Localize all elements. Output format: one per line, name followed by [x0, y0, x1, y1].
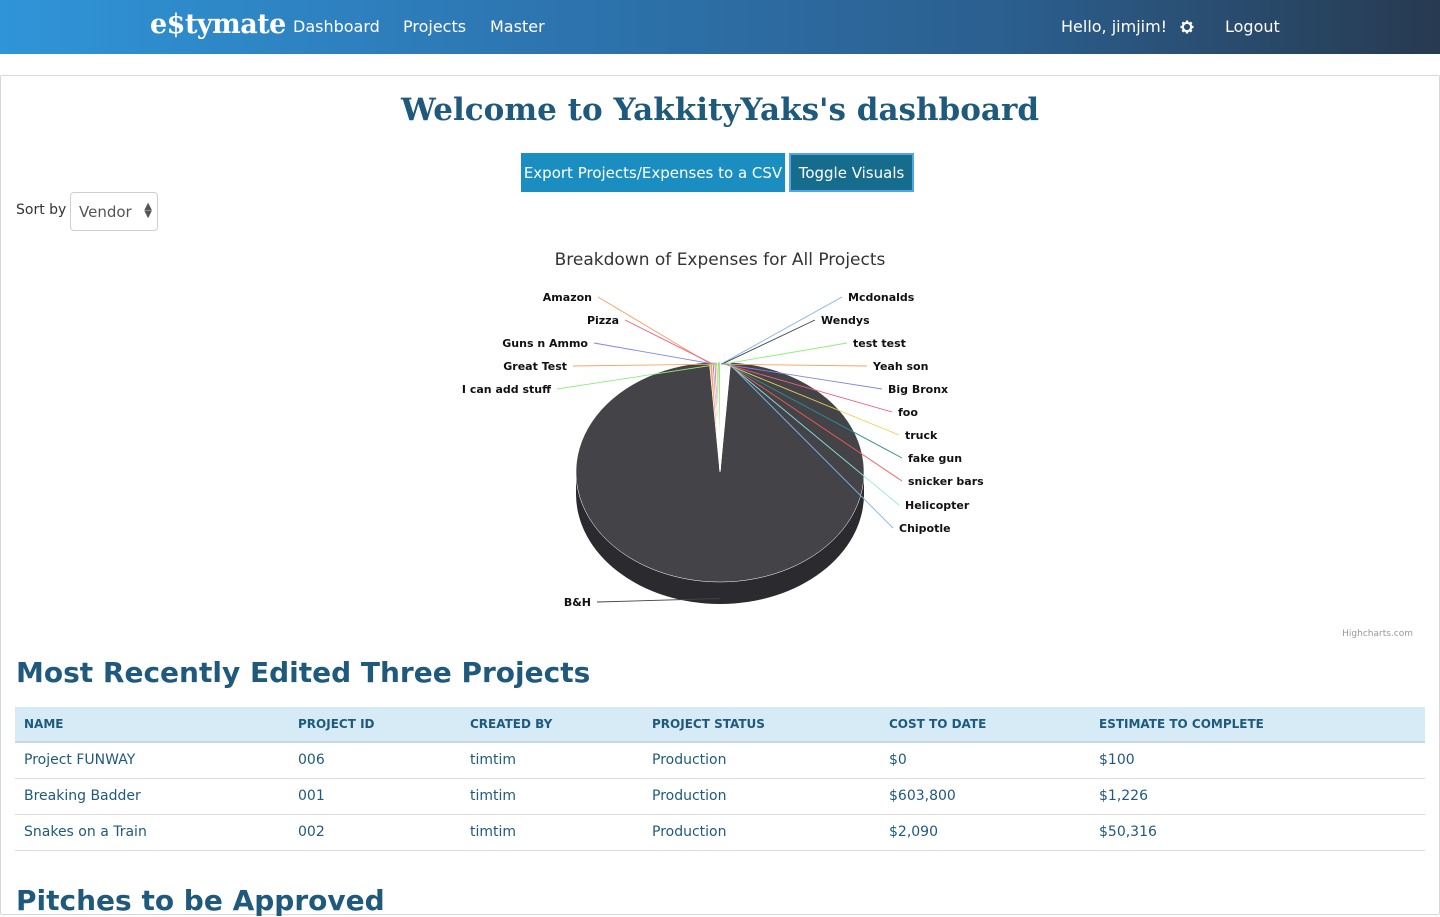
- export-csv-button[interactable]: Export Projects/Expenses to a CSV: [521, 153, 785, 192]
- slice-label: Guns n Ammo: [502, 337, 588, 350]
- slice-label: snicker bars: [908, 475, 984, 488]
- slice-label: foo: [898, 406, 918, 419]
- slice-label: B&H: [564, 596, 591, 609]
- slice-label: fake gun: [908, 452, 962, 465]
- slice-label: Yeah son: [872, 360, 928, 373]
- created-by-cell: timtim: [461, 742, 643, 779]
- slice-label: Pizza: [587, 314, 619, 327]
- recent-projects-title: Most Recently Edited Three Projects: [16, 656, 591, 689]
- estimate-cell: $100: [1090, 742, 1425, 779]
- column-header[interactable]: CREATED BY: [461, 707, 643, 743]
- label-connector: [722, 342, 848, 365]
- page-title: Welcome to YakkityYaks's dashboard: [401, 92, 1039, 128]
- brand-logo[interactable]: e$tymate: [150, 9, 286, 40]
- project-status-cell: Production: [643, 814, 880, 851]
- label-connector: [624, 319, 714, 365]
- cost-to-date-cell: $2,090: [880, 814, 1090, 851]
- table-row[interactable]: Snakes on a Train 002 timtim Production …: [15, 814, 1425, 851]
- logout-link[interactable]: Logout: [1225, 17, 1280, 36]
- column-header[interactable]: COST TO DATE: [880, 707, 1090, 743]
- cost-to-date-cell: $603,800: [880, 778, 1090, 815]
- gear-icon[interactable]: [1180, 17, 1194, 38]
- label-connector: [593, 342, 716, 365]
- slice-label: test test: [853, 337, 906, 350]
- project-id-cell: 002: [289, 814, 461, 851]
- user-greeting: Hello, jimjim!: [1061, 17, 1168, 36]
- slice-label: I can add stuff: [462, 383, 551, 396]
- sort-by-select[interactable]: Vendor ▲ ▼: [70, 192, 158, 231]
- project-name-cell[interactable]: Project FUNWAY: [15, 742, 289, 779]
- column-header[interactable]: PROJECT STATUS: [643, 707, 880, 743]
- slice-label: truck: [905, 429, 938, 442]
- expenses-pie-chart: Breakdown of Expenses for All Projects B…: [462, 250, 1413, 639]
- pitches-title: Pitches to be Approved: [16, 884, 385, 917]
- created-by-cell: timtim: [461, 778, 643, 815]
- table-row[interactable]: Breaking Badder 001 timtim Production $6…: [15, 778, 1425, 815]
- slice-label: Wendys: [821, 314, 870, 327]
- top-navbar: e$tymate Dashboard Projects Master Hello…: [0, 0, 1440, 54]
- project-status-cell: Production: [643, 778, 880, 815]
- slice-label: Mcdonalds: [848, 291, 915, 304]
- chart-title: Breakdown of Expenses for All Projects: [555, 250, 886, 270]
- sort-by-value: Vendor: [79, 203, 132, 221]
- slice-label: Big Bronx: [888, 383, 948, 396]
- column-header[interactable]: NAME: [15, 707, 289, 743]
- project-name-cell[interactable]: Snakes on a Train: [15, 814, 289, 851]
- slice-label: Chipotle: [899, 522, 951, 535]
- table-header-row: NAME PROJECT ID CREATED BY PROJECT STATU…: [15, 707, 1425, 743]
- recent-projects-table: NAME PROJECT ID CREATED BY PROJECT STATU…: [15, 707, 1425, 851]
- nav-dashboard-link[interactable]: Dashboard: [293, 17, 380, 36]
- sort-by-label: Sort by: [16, 202, 67, 218]
- project-status-cell: Production: [643, 742, 880, 779]
- label-connector: [721, 319, 816, 365]
- cost-to-date-cell: $0: [880, 742, 1090, 779]
- column-header[interactable]: PROJECT ID: [289, 707, 461, 743]
- project-id-cell: 006: [289, 742, 461, 779]
- select-arrows-icon: ▲ ▼: [144, 201, 152, 220]
- nav-projects-link[interactable]: Projects: [403, 17, 466, 36]
- project-id-cell: 001: [289, 778, 461, 815]
- pie-top-layer: [575, 353, 865, 583]
- estimate-cell: $1,226: [1090, 778, 1425, 815]
- slice-label: Amazon: [543, 291, 592, 304]
- column-header[interactable]: ESTIMATE TO COMPLETE: [1090, 707, 1425, 743]
- toggle-visuals-button[interactable]: Toggle Visuals: [789, 153, 914, 192]
- created-by-cell: timtim: [461, 814, 643, 851]
- project-name-cell[interactable]: Breaking Badder: [15, 778, 289, 815]
- table-row[interactable]: Project FUNWAY 006 timtim Production $0 …: [15, 742, 1425, 779]
- highcharts-credit[interactable]: Highcharts.com: [1342, 629, 1413, 639]
- estimate-cell: $50,316: [1090, 814, 1425, 851]
- slice-label: Helicopter: [905, 499, 970, 512]
- slice-label: Great Test: [503, 360, 567, 373]
- nav-master-link[interactable]: Master: [490, 17, 545, 36]
